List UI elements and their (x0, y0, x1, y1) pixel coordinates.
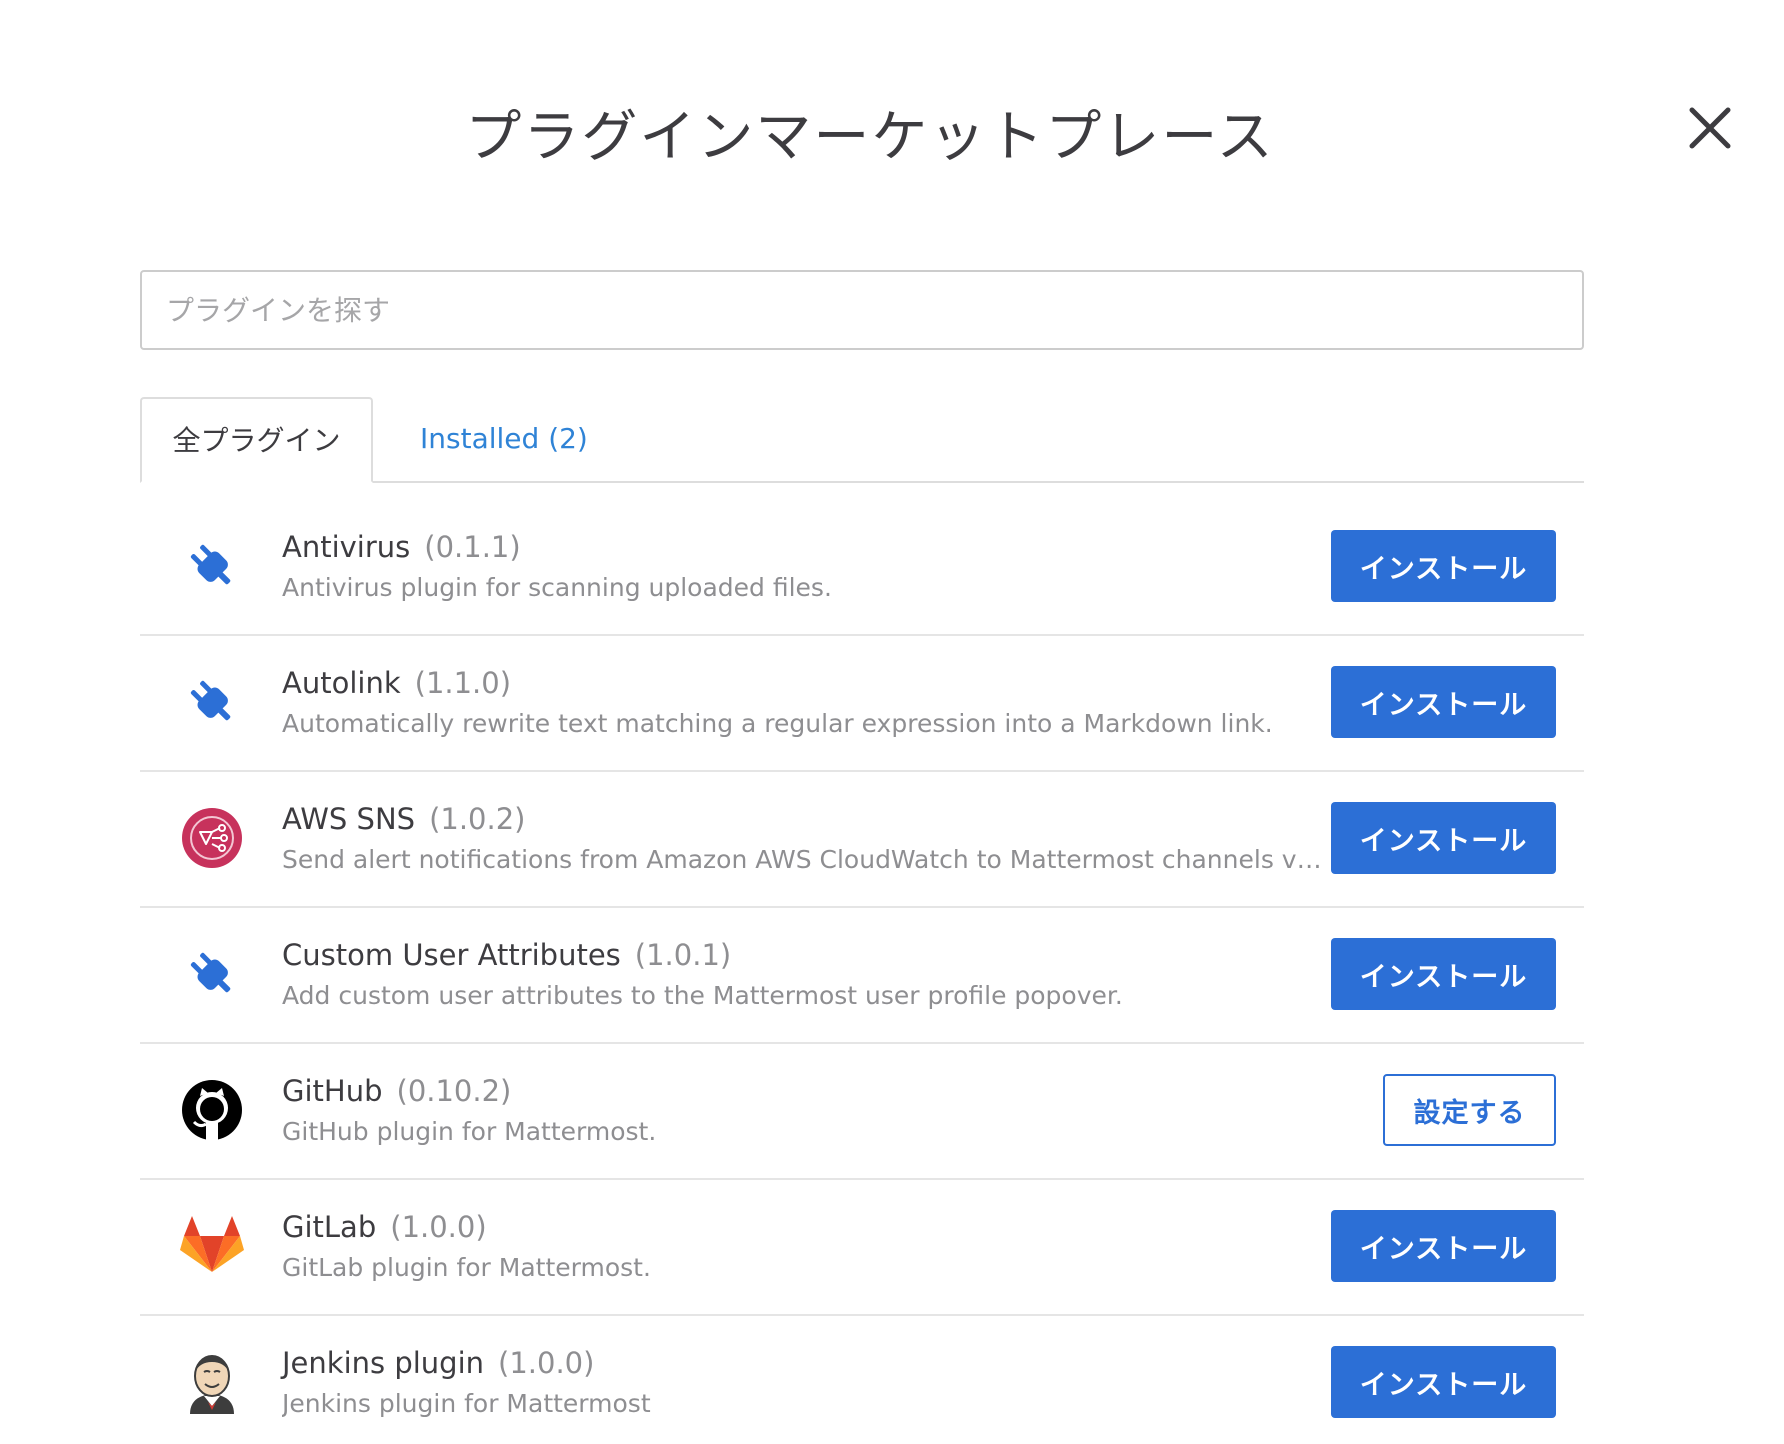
plugin-description: GitHub plugin for Mattermost. (282, 1117, 657, 1146)
gitlab-icon (180, 1214, 244, 1278)
plugin-version: (0.10.2) (396, 1074, 512, 1108)
plugin-version: (1.0.2) (429, 802, 526, 836)
plugin-row-antivirus: Antivirus (0.1.1) Antivirus plugin for sc… (140, 500, 1584, 636)
tab-installed[interactable]: Installed (2) (420, 397, 588, 481)
install-button[interactable]: インストール (1331, 530, 1556, 602)
plugin-description: Send alert notifications from Amazon AWS… (282, 845, 1322, 874)
plugin-description: Automatically rewrite text matching a re… (282, 709, 1273, 738)
plugin-row-github: GitHub (0.10.2) GitHub plugin for Matterm… (140, 1044, 1584, 1180)
tab-all-plugins[interactable]: 全プラグイン (140, 397, 373, 483)
plugin-info: Antivirus (0.1.1) Antivirus plugin for sc… (282, 526, 1322, 608)
plugin-description: Add custom user attributes to the Matter… (282, 981, 1123, 1010)
plugin-name: GitHub (282, 1074, 383, 1108)
plugin-version: (1.0.0) (498, 1346, 595, 1380)
search-box (140, 270, 1584, 350)
modal-title: プラグインマーケットプレース (465, 105, 1275, 170)
plugin-list: Antivirus (0.1.1) Antivirus plugin for sc… (140, 500, 1584, 1444)
plugin-row-gitlab: GitLab (1.0.0) GitLab plugin for Mattermo… (140, 1180, 1584, 1316)
plugin-marketplace-modal: プラグインマーケットプレース 全プラグイン Installed (2) (0, 0, 1784, 1444)
plugin-name: Custom User Attributes (282, 938, 621, 972)
plugin-name: Antivirus (282, 530, 411, 564)
close-button[interactable] (1682, 100, 1738, 156)
close-icon (1689, 107, 1731, 149)
plugin-description: GitLab plugin for Mattermost. (282, 1253, 651, 1282)
plugin-name: Jenkins plugin (282, 1346, 485, 1380)
plugin-row-custom-user-attributes: Custom User Attributes (1.0.1) Add custom… (140, 908, 1584, 1044)
aws-sns-icon (180, 806, 244, 870)
plugin-name: GitLab (282, 1210, 377, 1244)
plugin-row-jenkins: Jenkins plugin (1.0.0) Jenkins plugin for… (140, 1316, 1584, 1444)
jenkins-icon (180, 1350, 244, 1414)
plugin-name: Autolink (282, 666, 401, 700)
plugin-description: Jenkins plugin for Mattermost (282, 1389, 651, 1418)
plugin-row-autolink: Autolink (1.1.0) Automatically rewrite te… (140, 636, 1584, 772)
plug-icon (180, 942, 244, 1006)
configure-button[interactable]: 設定する (1383, 1074, 1556, 1146)
plugin-version: (1.1.0) (414, 666, 512, 700)
plugin-info: GitHub (0.10.2) GitHub plugin for Matterm… (282, 1070, 1322, 1152)
tab-bar: 全プラグイン Installed (2) (140, 397, 1584, 483)
install-button[interactable]: インストール (1331, 666, 1556, 738)
plugin-row-aws-sns: AWS SNS (1.0.2) Send alert notifications … (140, 772, 1584, 908)
plugin-info: AWS SNS (1.0.2) Send alert notifications … (282, 798, 1322, 880)
plugin-version: (1.0.0) (390, 1210, 487, 1244)
install-button[interactable]: インストール (1331, 1346, 1556, 1418)
plugin-name: AWS SNS (282, 802, 416, 836)
plugin-info: Custom User Attributes (1.0.1) Add custom… (282, 934, 1322, 1016)
search-input[interactable] (140, 270, 1584, 350)
plug-icon (180, 670, 244, 734)
install-button[interactable]: インストール (1331, 802, 1556, 874)
plugin-info: Autolink (1.1.0) Automatically rewrite te… (282, 662, 1322, 744)
plug-icon (180, 534, 244, 598)
plugin-version: (1.0.1) (634, 938, 732, 972)
plugin-description: Antivirus plugin for scanning uploaded f… (282, 573, 832, 602)
plugin-version: (0.1.1) (424, 530, 521, 564)
install-button[interactable]: インストール (1331, 1210, 1556, 1282)
plugin-info: GitLab (1.0.0) GitLab plugin for Mattermo… (282, 1206, 1322, 1288)
plugin-info: Jenkins plugin (1.0.0) Jenkins plugin for… (282, 1342, 1322, 1424)
github-icon (180, 1078, 244, 1142)
install-button[interactable]: インストール (1331, 938, 1556, 1010)
